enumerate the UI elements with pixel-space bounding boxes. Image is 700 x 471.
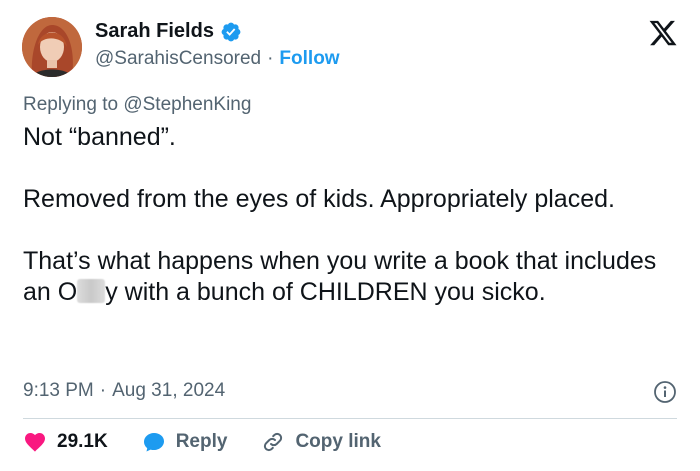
- like-count: 29.1K: [57, 431, 108, 452]
- heart-icon: [23, 430, 47, 454]
- action-bar: 29.1K Reply Copy link: [23, 430, 415, 454]
- censored-blur: [77, 279, 106, 303]
- info-icon[interactable]: [653, 380, 677, 404]
- x-logo-icon[interactable]: [648, 18, 678, 48]
- tweet-card: Sarah Fields @SarahisCensored · Follow R…: [0, 0, 700, 471]
- replying-to-prefix: Replying to: [23, 94, 119, 115]
- copy-link-button[interactable]: Copy link: [261, 430, 381, 454]
- author-handle-row: @SarahisCensored · Follow: [95, 48, 340, 70]
- author-handle[interactable]: @SarahisCensored: [95, 48, 261, 70]
- link-icon: [261, 430, 285, 454]
- tweet-line-1: Not “banned”.: [23, 123, 176, 151]
- divider: [23, 418, 677, 419]
- tweet-line-3-end: y with a bunch of CHILDREN you sicko.: [105, 278, 546, 306]
- tweet-time: 9:13 PM: [23, 380, 94, 401]
- author-name[interactable]: Sarah Fields: [95, 20, 214, 43]
- like-button[interactable]: 29.1K: [23, 430, 108, 454]
- reply-label: Reply: [175, 431, 228, 452]
- separator: ·: [267, 48, 274, 69]
- avatar[interactable]: [22, 17, 82, 77]
- verified-badge-icon: [220, 21, 242, 43]
- tweet-text: Not “banned”. Removed from the eyes of k…: [23, 122, 673, 308]
- tweet-date: Aug 31, 2024: [112, 380, 226, 401]
- replying-to: Replying to @StephenKing: [23, 94, 251, 116]
- replying-to-mention[interactable]: @StephenKing: [123, 94, 251, 115]
- reply-button[interactable]: Reply: [142, 430, 228, 454]
- tweet-timestamp[interactable]: 9:13 PM · Aug 31, 2024: [23, 380, 225, 402]
- copy-link-label: Copy link: [295, 431, 381, 452]
- author-name-row: Sarah Fields: [95, 20, 242, 43]
- tweet-line-3: That’s what happens when you write a boo…: [23, 246, 673, 308]
- tweet-line-2: Removed from the eyes of kids. Appropria…: [23, 185, 615, 213]
- follow-button[interactable]: Follow: [279, 48, 339, 70]
- separator: ·: [99, 380, 107, 401]
- reply-bubble-icon: [142, 430, 166, 454]
